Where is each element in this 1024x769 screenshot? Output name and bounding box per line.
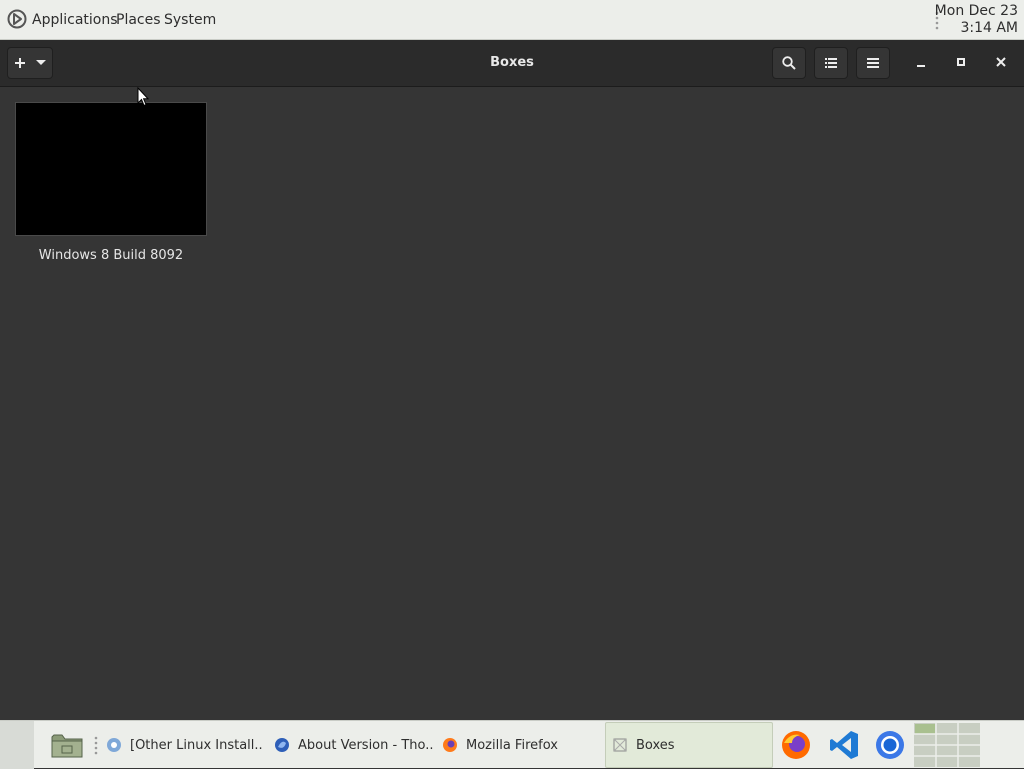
clock-time: 3:14 AM [960,20,1018,36]
close-button[interactable] [989,50,1013,74]
chrome-launcher-icon[interactable] [874,729,906,761]
task-label: Mozilla Firefox [466,737,558,753]
clock[interactable]: Mon Dec 23 3:14 AM [935,3,1018,37]
main-menu-button[interactable] [856,47,890,79]
boxes-headerbar: Boxes [0,40,1024,87]
panel-left-edge [0,721,34,769]
clock-date: Mon Dec 23 [934,3,1018,19]
search-icon [782,56,796,70]
menu-applications[interactable]: Applications [32,11,118,29]
search-button[interactable] [772,47,806,79]
boxes-collection-view: Windows 8 Build 8092 [0,87,1024,720]
mouse-cursor-icon [137,87,149,107]
workspace-switcher[interactable] [914,723,980,767]
task-other-linux-install[interactable]: [Other Linux Install... [106,725,264,765]
task-boxes[interactable]: Boxes [605,722,773,768]
chromium-icon [107,738,121,752]
task-about-version[interactable]: About Version - Tho... [274,725,434,765]
boxes-icon [613,738,627,752]
hamburger-menu-icon [867,58,879,68]
list-view-button[interactable] [814,47,848,79]
box-item[interactable]: Windows 8 Build 8092 [15,102,207,263]
box-thumbnail[interactable] [15,102,207,236]
bottom-panel: [Other Linux Install... About Version - … [0,720,1024,769]
browser-icon [275,738,289,752]
task-mozilla-firefox[interactable]: Mozilla Firefox [442,725,592,765]
menu-places[interactable]: Places [116,11,161,29]
minimize-icon [917,65,925,67]
maximize-icon [957,58,965,66]
task-label: About Version - Tho... [298,737,434,753]
minimize-button[interactable] [909,50,933,74]
task-label: [Other Linux Install... [130,737,264,753]
menu-system[interactable]: System [164,11,216,29]
firefox-launcher-icon[interactable] [780,729,812,761]
close-icon [996,57,1006,67]
top-panel: Applications Places System Mon Dec 23 3:… [0,0,1024,40]
task-label: Boxes [636,737,675,753]
taskbar-handle-icon [94,736,98,755]
maximize-button[interactable] [949,50,973,74]
show-desktop-icon[interactable] [51,731,83,759]
firefox-icon [443,738,457,752]
list-view-icon [825,58,837,68]
vscode-launcher-icon[interactable] [828,729,860,761]
mate-logo-icon[interactable] [7,9,27,29]
box-name: Windows 8 Build 8092 [38,248,184,263]
